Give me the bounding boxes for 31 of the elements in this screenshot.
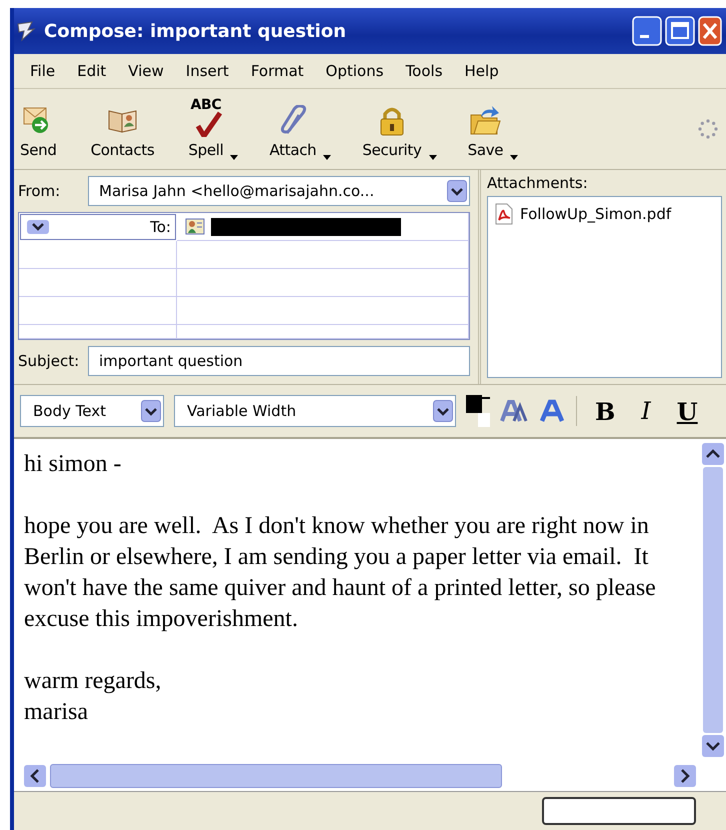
- subject-field[interactable]: important question: [88, 346, 470, 376]
- message-paragraph: hi simon -: [24, 450, 122, 479]
- spell-button[interactable]: ABC Spell: [184, 97, 228, 161]
- send-button[interactable]: Send: [16, 97, 61, 161]
- message-paragraph: warm regards, marisa: [24, 667, 162, 727]
- menu-item[interactable]: View: [118, 60, 174, 82]
- subject-label: Subject:: [18, 352, 80, 370]
- menu-item[interactable]: File: [20, 60, 66, 82]
- window-title: Compose: important question: [44, 20, 348, 42]
- attachments-label: Attachments:: [487, 174, 589, 192]
- menu-item[interactable]: Help: [454, 60, 509, 82]
- save-button[interactable]: Save: [464, 97, 508, 161]
- italic-button[interactable]: I: [633, 397, 659, 425]
- from-dropdown[interactable]: Marisa Jahn <hello@marisajahn.co...: [88, 176, 470, 206]
- attachment-item[interactable]: FollowUp_Simon.pdf: [494, 203, 672, 225]
- menu-item[interactable]: Options: [316, 60, 394, 82]
- message-paragraph: hope you are well. As I don't know whether you are right now in Berlin or elsewhere, I am sending you a paper letter via email. It won't have the same quiver and haunt of a printed letter, so please excuse this impoverishment.: [24, 512, 657, 634]
- menu-item[interactable]: Insert: [176, 60, 239, 82]
- security-button[interactable]: Security: [358, 97, 426, 161]
- from-label: From:: [18, 182, 62, 200]
- paragraph-style-dropdown[interactable]: Body Text: [20, 395, 164, 427]
- menu-item[interactable]: Edit: [67, 60, 116, 82]
- attach-button[interactable]: Attach: [265, 97, 320, 161]
- bold-button[interactable]: B: [587, 396, 624, 426]
- menu-item[interactable]: Format: [240, 60, 314, 82]
- underline-button[interactable]: U: [668, 396, 706, 426]
- font-dropdown[interactable]: Variable Width: [174, 395, 456, 427]
- icon-label: ABC: [190, 97, 222, 113]
- contacts-button[interactable]: Contacts: [86, 97, 158, 161]
- recipient-type-dropdown[interactable]: To:: [20, 214, 176, 240]
- menu-item[interactable]: Tools: [396, 60, 453, 82]
